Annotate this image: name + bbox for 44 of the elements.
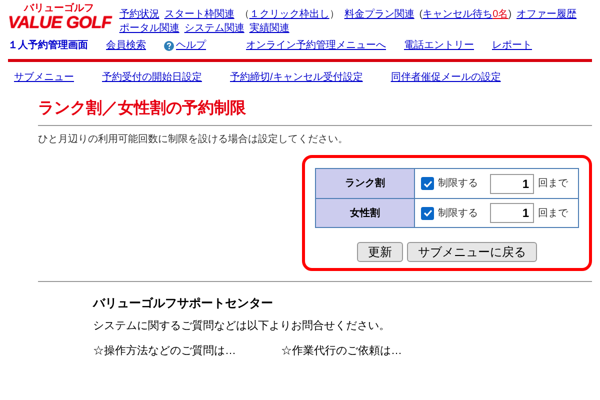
submenu-link[interactable]: サブメニュー	[14, 70, 74, 85]
row-header: 女性割	[316, 199, 415, 227]
nav-link[interactable]: システム関連	[184, 22, 244, 36]
submenu-link[interactable]: 予約締切/キャンセル受付設定	[230, 70, 363, 85]
parenthesis: )	[508, 8, 512, 22]
action-button[interactable]: 更新	[357, 242, 403, 262]
page-name: １人予約管理画面	[8, 38, 88, 53]
checkbox-label: 制限する	[438, 206, 478, 220]
support-text: システムに関するご質問などは以下よりお問合せください。	[93, 319, 391, 334]
nav-link[interactable]: 料金プラン関連	[344, 8, 414, 22]
submenu-link[interactable]: 予約受付の開始日設定	[102, 70, 202, 85]
nav-link[interactable]: ポータル関連	[119, 22, 180, 36]
checkbox[interactable]	[421, 177, 434, 190]
support-title: バリューゴルフサポートセンター	[93, 295, 274, 312]
header-link[interactable]: 電話エントリー	[404, 38, 474, 53]
unit-label: 回まで	[538, 177, 568, 191]
nav-link[interactable]: スタート枠関連	[164, 8, 234, 22]
checkbox-label: 制限する	[438, 176, 478, 191]
parenthesis: ）	[329, 8, 340, 22]
count-link[interactable]: 0名	[492, 8, 508, 22]
header-link[interactable]: 会員検索	[106, 38, 146, 53]
nav-link[interactable]: １クリック枠出し	[249, 8, 330, 22]
checkbox[interactable]	[421, 206, 434, 220]
header-link[interactable]: レポート	[492, 38, 532, 53]
support-item: ☆操作方法などのご質問は…	[93, 344, 236, 358]
action-button[interactable]: サブメニューに戻る	[407, 242, 537, 262]
nav-link[interactable]: キャンセル待ち	[422, 8, 493, 22]
row-header: ランク割	[316, 169, 415, 198]
parenthesis: （	[239, 8, 250, 22]
description: ひと月辺りの利用可能回数に制限を設ける場合は設定してください。	[38, 132, 349, 147]
parenthesis: (	[419, 8, 423, 22]
header-link[interactable]: ヘルプ	[164, 38, 206, 53]
page-title: ランク割／女性割の予約制限	[38, 98, 247, 119]
help-icon	[164, 40, 174, 50]
submenu-link[interactable]: 同伴者催促メールの設定	[390, 70, 501, 85]
nav-link[interactable]: オファー履歴	[516, 8, 577, 22]
logo[interactable]: バリューゴルフ VALUE GOLF	[8, 4, 112, 31]
support-item: ☆作業代行のご依頼は…	[281, 344, 402, 358]
unit-label: 回まで	[538, 206, 568, 220]
count-field[interactable]: 1	[490, 203, 534, 223]
header-link[interactable]: オンライン予約管理メニューへ	[246, 38, 386, 53]
nav-link[interactable]: 予約状況	[119, 8, 160, 22]
nav-link[interactable]: 実績関連	[249, 22, 290, 36]
count-field[interactable]: 1	[490, 174, 534, 194]
